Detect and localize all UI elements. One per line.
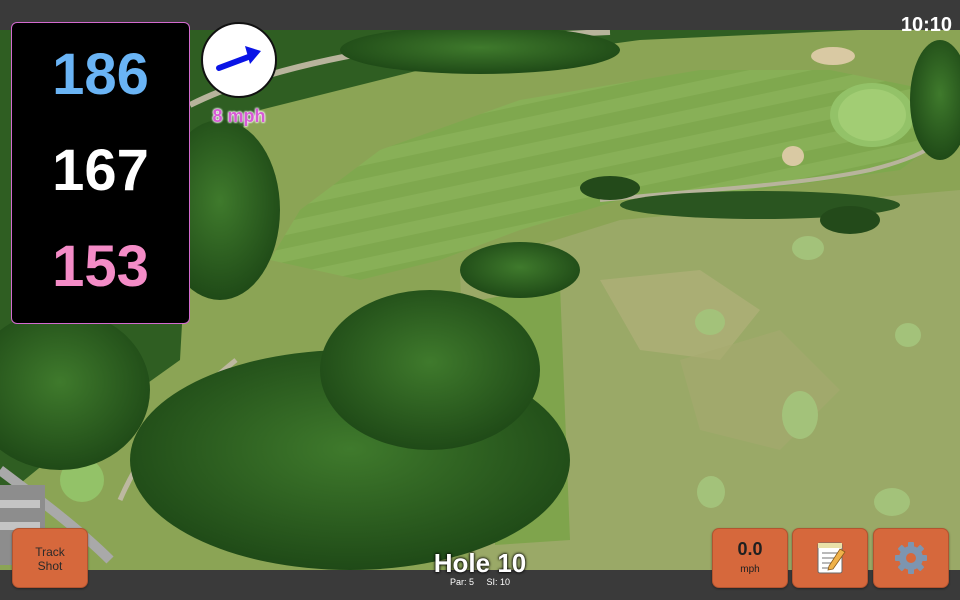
front-yardage: 153: [52, 234, 149, 299]
settings-button[interactable]: [873, 528, 949, 588]
track-shot-button[interactable]: Track Shot: [12, 528, 88, 588]
stroke-index-label: SI: 10: [486, 577, 511, 587]
notes-button[interactable]: [792, 528, 868, 588]
track-shot-label-line2: Shot: [37, 559, 63, 573]
hole-title: Hole 10: [433, 548, 527, 578]
par-label: Par: 5: [449, 577, 474, 587]
arrow-icon: [216, 46, 261, 71]
middle-yardage: 167: [52, 138, 149, 203]
track-shot-label-line1: Track: [35, 545, 65, 559]
back-yardage: 186: [52, 42, 149, 107]
speed-button[interactable]: 0.0 mph: [712, 528, 788, 588]
status-time: 10:10: [900, 14, 952, 36]
memo-icon: [817, 542, 846, 574]
yardage-panel: 186 167 153: [11, 22, 190, 324]
hole-info: Par: 5 SI: 10: [380, 577, 580, 587]
gear-icon: [895, 542, 927, 574]
wind-speed-label: 8 mph: [212, 106, 266, 126]
wind-indicator: [201, 22, 277, 98]
speed-unit: mph: [740, 564, 760, 575]
speed-value: 0.0: [737, 539, 763, 559]
